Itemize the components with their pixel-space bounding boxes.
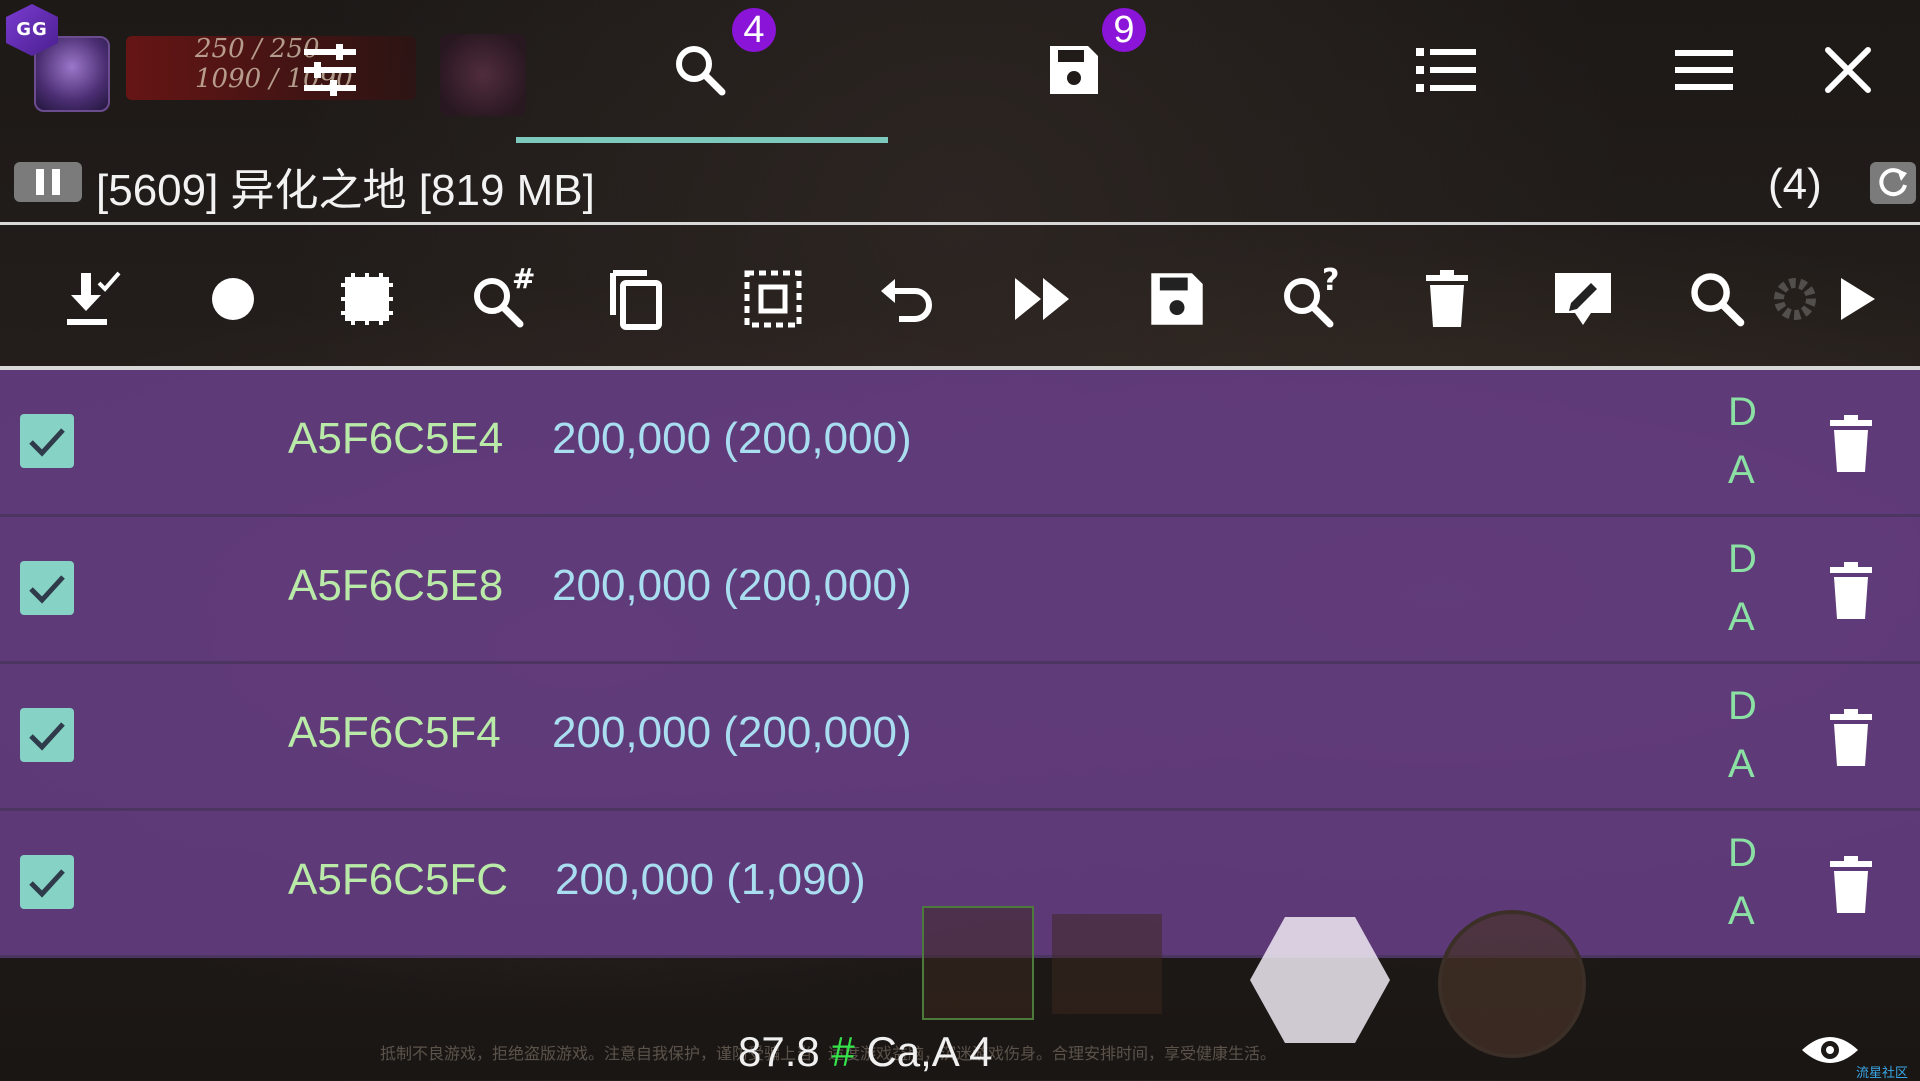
address-text: A5F6C5E8 bbox=[288, 561, 504, 610]
game-portrait bbox=[440, 34, 526, 116]
value-text: 200,000 (200,000) bbox=[552, 414, 912, 463]
search-results-list: A5F6C5E4 200,000 (200,000) D A A5F6C5E8 … bbox=[0, 370, 1920, 958]
game-skill-button bbox=[1438, 910, 1586, 1058]
edit-icon[interactable] bbox=[1548, 264, 1618, 334]
active-tab-indicator bbox=[516, 137, 888, 143]
action-toolbar: # ? bbox=[0, 228, 1920, 366]
hash-symbol: # bbox=[831, 1028, 855, 1075]
list-icon bbox=[1416, 48, 1476, 92]
checkbox[interactable] bbox=[20, 708, 74, 762]
status-line: 87.8 # Ca,A 4 bbox=[738, 1028, 993, 1076]
svg-text:?: ? bbox=[1322, 266, 1339, 298]
search-tab[interactable] bbox=[668, 38, 732, 102]
address-text: A5F6C5F4 bbox=[288, 708, 501, 757]
search-results-badge: 4 bbox=[732, 8, 776, 52]
memory-range-icon[interactable] bbox=[332, 264, 402, 334]
search-icon bbox=[676, 46, 726, 96]
delete-icon[interactable] bbox=[1826, 855, 1876, 915]
memory-list-tab[interactable] bbox=[1414, 38, 1478, 102]
result-count: (4) bbox=[1768, 160, 1822, 209]
fast-forward-icon[interactable] bbox=[1008, 264, 1078, 334]
saved-list-tab[interactable] bbox=[1042, 38, 1106, 102]
region-info: Ca,A 4 bbox=[866, 1028, 993, 1075]
delete-icon[interactable] bbox=[1826, 414, 1876, 474]
undo-icon[interactable] bbox=[872, 264, 942, 334]
list-item[interactable]: A5F6C5F4 200,000 (200,000) D A bbox=[0, 664, 1920, 811]
refresh-icon bbox=[1879, 168, 1907, 197]
value-text: 200,000 (200,000) bbox=[552, 708, 912, 757]
type-flag-d: D bbox=[1728, 684, 1757, 728]
search-unknown-icon[interactable]: ? bbox=[1276, 264, 1346, 334]
divider bbox=[0, 222, 1920, 225]
settings-sliders-icon[interactable] bbox=[298, 38, 362, 102]
address-text: A5F6C5FC bbox=[288, 855, 509, 904]
type-flag-a: A bbox=[1728, 595, 1755, 639]
checkbox[interactable] bbox=[20, 561, 74, 615]
type-flag-d: D bbox=[1728, 537, 1757, 581]
game-item-slot bbox=[1052, 914, 1162, 1014]
play-icon[interactable] bbox=[1822, 264, 1892, 334]
pause-button[interactable] bbox=[14, 162, 82, 202]
watermark-text: 流星社区 bbox=[1856, 1066, 1909, 1081]
checkbox[interactable] bbox=[20, 414, 74, 468]
process-label: [5609] 异化之地 [819 MB] bbox=[96, 166, 595, 215]
checkbox[interactable] bbox=[20, 855, 74, 909]
menu-icon[interactable] bbox=[1672, 38, 1736, 102]
select-all-icon[interactable] bbox=[738, 264, 808, 334]
search-icon[interactable] bbox=[1682, 264, 1752, 334]
type-flag-d: D bbox=[1728, 390, 1757, 434]
eye-icon[interactable] bbox=[1800, 1030, 1860, 1070]
settings-icon[interactable] bbox=[1760, 264, 1830, 334]
delete-icon[interactable] bbox=[1412, 264, 1482, 334]
value-text: 200,000 (1,090) bbox=[555, 855, 866, 904]
process-info-row: [5609] 异化之地 [819 MB] (4) bbox=[0, 152, 1920, 220]
floppy-disk-icon bbox=[1050, 46, 1098, 94]
save-icon[interactable] bbox=[1142, 264, 1212, 334]
copy-icon[interactable] bbox=[600, 264, 670, 334]
value-text: 200,000 (200,000) bbox=[552, 561, 912, 610]
game-overlay-region: GG 250 / 250 1090 / 1090 bbox=[0, 0, 540, 140]
search-number-icon[interactable]: # bbox=[466, 264, 536, 334]
svg-text:#: # bbox=[512, 266, 534, 295]
saved-count-badge: 9 bbox=[1102, 8, 1146, 52]
close-icon[interactable] bbox=[1816, 38, 1880, 102]
address-text: A5F6C5E4 bbox=[288, 414, 504, 463]
list-item[interactable]: A5F6C5E8 200,000 (200,000) D A bbox=[0, 517, 1920, 664]
record-icon[interactable] bbox=[198, 264, 268, 334]
list-item[interactable]: A5F6C5E4 200,000 (200,000) D A bbox=[0, 370, 1920, 517]
type-flag-d: D bbox=[1728, 831, 1757, 875]
type-flag-a: A bbox=[1728, 448, 1755, 492]
refresh-button[interactable] bbox=[1870, 162, 1916, 204]
top-tab-bar: GG 250 / 250 1090 / 1090 4 9 bbox=[0, 0, 1920, 145]
game-item-slot bbox=[922, 906, 1034, 1020]
type-flag-a: A bbox=[1728, 742, 1755, 786]
import-check-icon[interactable] bbox=[58, 264, 128, 334]
speed-value: 87.8 bbox=[738, 1028, 820, 1075]
type-flag-a: A bbox=[1728, 889, 1755, 933]
delete-icon[interactable] bbox=[1826, 708, 1876, 768]
delete-icon[interactable] bbox=[1826, 561, 1876, 621]
